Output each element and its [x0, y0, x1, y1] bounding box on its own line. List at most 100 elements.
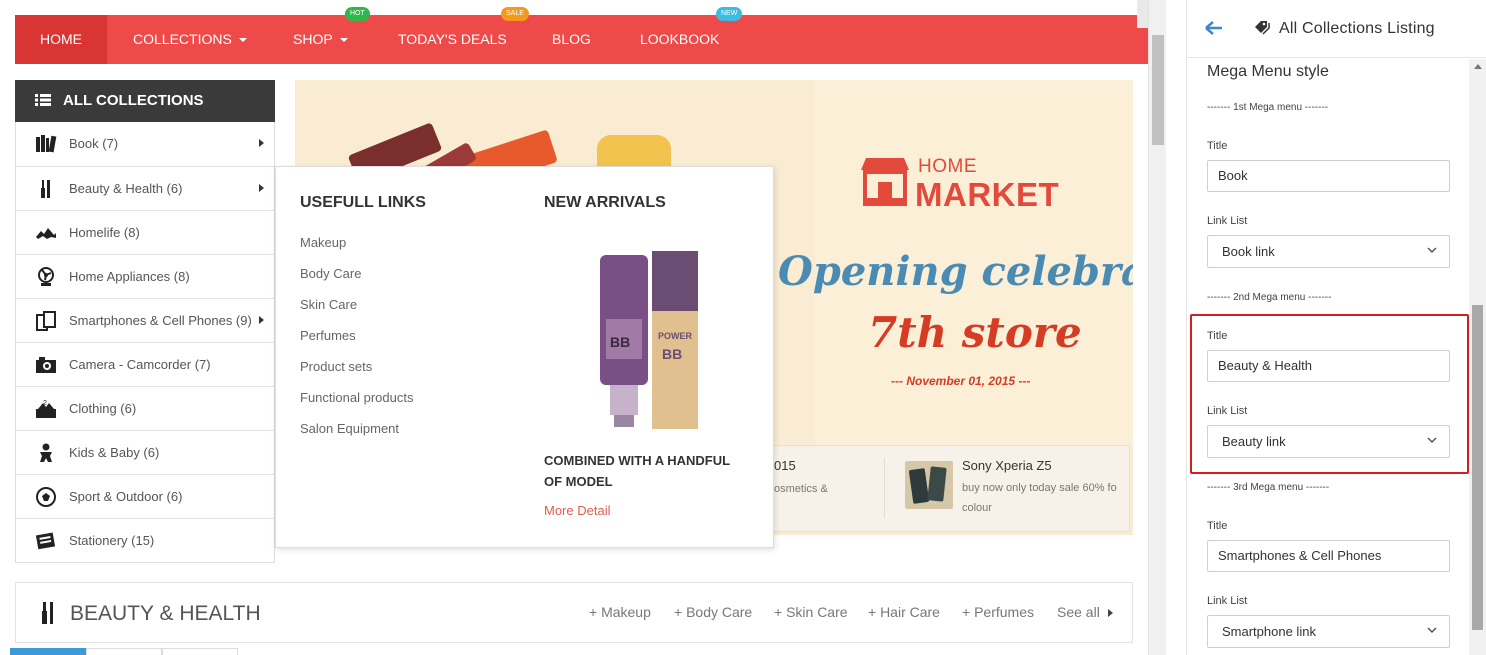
panel-scroll-thumb[interactable]	[1472, 305, 1483, 630]
collection-item-beauty[interactable]: Beauty & Health (6)	[16, 166, 274, 210]
link-list-label: Link List	[1207, 595, 1248, 607]
chevron-down-icon	[238, 38, 247, 43]
nav-collections[interactable]: COLLECTIONS	[133, 15, 247, 64]
promo2-title[interactable]: Sony Xperia Z5	[962, 458, 1052, 473]
product-tab[interactable]	[86, 648, 162, 655]
mega-link-makeup[interactable]: Makeup	[300, 235, 346, 250]
first-mega-menu-divider: ------- 1st Mega menu -------	[1207, 102, 1329, 113]
panel-body: Mega Menu style ------- 1st Mega menu --…	[1187, 59, 1469, 655]
chevron-down-icon	[1427, 627, 1437, 634]
store-preview: HOME COLLECTIONS HOT SHOP SALE TODAY'S D…	[0, 0, 1148, 655]
collection-item-home-appliances[interactable]: Home Appliances (8)	[16, 254, 274, 298]
more-detail-link[interactable]: More Detail	[544, 503, 610, 518]
promo1-desc: osmetics &	[774, 483, 828, 495]
book-icon	[36, 135, 57, 153]
product-tab[interactable]	[10, 648, 86, 655]
list-icon	[35, 94, 51, 106]
back-arrow-icon[interactable]	[1205, 20, 1223, 36]
section-link-makeup[interactable]: + Makeup	[589, 604, 651, 620]
collection-item-clothing[interactable]: 2 Clothing (6)	[16, 386, 274, 430]
link-list-label: Link List	[1207, 215, 1248, 227]
preview-scrollbar[interactable]	[1148, 0, 1166, 655]
mega-link-body-care[interactable]: Body Care	[300, 266, 361, 281]
second-mega-menu-divider: ------- 2nd Mega menu -------	[1207, 292, 1332, 303]
collection-item-smartphones[interactable]: Smartphones & Cell Phones (9)	[16, 298, 274, 342]
panel-title: All Collections Listing	[1279, 20, 1435, 37]
clothing-icon: 2	[36, 400, 56, 418]
scroll-up-icon[interactable]	[1474, 64, 1482, 69]
new-arrivals-title: NEW ARRIVALS	[544, 194, 666, 211]
nav-todays-deals[interactable]: SALE TODAY'S DEALS	[398, 7, 529, 64]
tag-icon	[1255, 21, 1270, 35]
promo1-title[interactable]: 015	[774, 458, 796, 473]
collection-item-kids-baby[interactable]: Kids & Baby (6)	[16, 430, 274, 474]
baby-icon	[40, 443, 52, 462]
collections-list: Book (7) Beauty & Health (6) Homelife (8…	[15, 122, 275, 563]
third-mega-menu-divider: ------- 3rd Mega menu -------	[1207, 482, 1330, 493]
title-label: Title	[1207, 520, 1228, 532]
chevron-right-icon	[259, 139, 264, 147]
nav-blog[interactable]: BLOG	[552, 15, 591, 64]
settings-panel: All Collections Listing Mega Menu style …	[1186, 0, 1486, 655]
title-label: Title	[1207, 330, 1228, 342]
logo-market-text: MARKET	[915, 176, 1060, 213]
xperia-thumbnail[interactable]	[905, 461, 953, 509]
mega-menu-style-heading: Mega Menu style	[1207, 63, 1329, 80]
banner-date: --- November 01, 2015 ---	[891, 374, 1031, 388]
menu2-link-select[interactable]: Beauty link	[1207, 425, 1450, 458]
nav-lookbook[interactable]: NEW LOOKBOOK	[640, 7, 743, 64]
chevron-down-icon	[1427, 437, 1437, 444]
homelife-icon	[36, 228, 56, 239]
panel-header: All Collections Listing	[1187, 0, 1486, 58]
beauty-icon	[42, 602, 53, 624]
section-link-hair-care[interactable]: + Hair Care	[868, 604, 940, 620]
all-collections-header[interactable]: ALL COLLECTIONS	[15, 80, 275, 122]
menu1-title-input[interactable]: Book	[1207, 160, 1450, 192]
section-title: BEAUTY & HEALTH	[70, 602, 261, 625]
section-link-perfumes[interactable]: + Perfumes	[962, 604, 1034, 620]
mega-link-functional-products[interactable]: Functional products	[300, 390, 413, 405]
menu3-title-input[interactable]: Smartphones & Cell Phones	[1207, 540, 1450, 572]
product-image[interactable]: BB POWER BB	[592, 249, 702, 433]
mega-link-product-sets[interactable]: Product sets	[300, 359, 372, 374]
camera-icon	[36, 357, 56, 373]
all-collections-menu: ALL COLLECTIONS Book (7) Beauty & Health…	[15, 80, 275, 563]
stationery-icon	[35, 532, 56, 550]
preview-scroll-thumb[interactable]	[1152, 35, 1164, 145]
useful-links-title: USEFULL LINKS	[300, 194, 426, 211]
menu3-link-select[interactable]: Smartphone link	[1207, 615, 1450, 648]
beauty-health-section: BEAUTY & HEALTH + Makeup + Body Care + S…	[15, 582, 1133, 643]
collection-item-stationery[interactable]: Stationery (15)	[16, 518, 274, 562]
mega-menu-dropdown: USEFULL LINKS Makeup Body Care Skin Care…	[275, 166, 774, 548]
svg-text:BB: BB	[662, 346, 682, 362]
svg-text:BB: BB	[610, 334, 630, 350]
panel-scrollbar[interactable]	[1469, 59, 1486, 655]
mega-link-salon-equipment[interactable]: Salon Equipment	[300, 421, 399, 436]
collection-item-book[interactable]: Book (7)	[16, 122, 274, 166]
product-name[interactable]: COMBINED WITH A HANDFUL OF MODEL	[544, 450, 744, 492]
collection-item-camera[interactable]: Camera - Camcorder (7)	[16, 342, 274, 386]
new-badge: NEW	[716, 7, 743, 21]
section-link-body-care[interactable]: + Body Care	[674, 604, 752, 620]
logo-home-text: HOME	[918, 156, 977, 177]
fan-icon	[38, 267, 54, 286]
mega-link-perfumes[interactable]: Perfumes	[300, 328, 356, 343]
ball-icon	[36, 487, 56, 507]
section-link-skin-care[interactable]: + Skin Care	[774, 604, 848, 620]
svg-text:2: 2	[43, 400, 47, 407]
chevron-right-icon	[259, 184, 264, 192]
chevron-down-icon	[1427, 247, 1437, 254]
chevron-down-icon	[339, 38, 348, 43]
collection-item-homelife[interactable]: Homelife (8)	[16, 210, 274, 254]
menu2-title-input[interactable]: Beauty & Health	[1207, 350, 1450, 382]
hot-badge: HOT	[345, 7, 370, 21]
collection-item-sport[interactable]: Sport & Outdoor (6)	[16, 474, 274, 518]
see-all-link[interactable]: See all	[1057, 604, 1113, 620]
chevron-right-icon	[259, 316, 264, 324]
nav-shop[interactable]: HOT SHOP	[293, 7, 370, 64]
product-tab[interactable]	[162, 648, 238, 655]
nav-home[interactable]: HOME	[15, 15, 107, 64]
menu1-link-select[interactable]: Book link	[1207, 235, 1450, 268]
mega-link-skin-care[interactable]: Skin Care	[300, 297, 357, 312]
main-nav: HOME COLLECTIONS HOT SHOP SALE TODAY'S D…	[15, 7, 1148, 64]
